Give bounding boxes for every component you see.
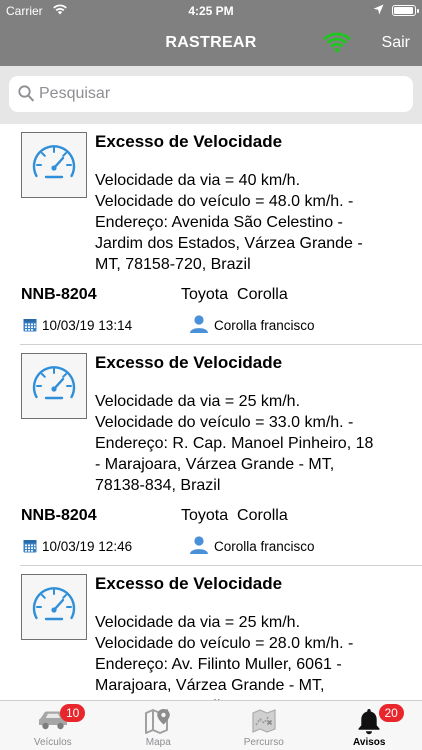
speedometer-icon (21, 353, 87, 419)
alert-title: Excesso de Velocidade (95, 574, 283, 593)
vehicle-model: Toyota Corolla (181, 286, 288, 303)
search-icon (18, 85, 34, 107)
vehicle-plate: NNB-8204 (21, 286, 97, 303)
alert-detail-line: Jardim dos Estados, Várzea Grande - (95, 235, 363, 252)
alert-details: Velocidade da via = 25 km/h. Velocidade d… (95, 612, 415, 700)
speedometer-icon (21, 132, 87, 198)
tab-bar: 10 Veículos Mapa Percurso 20 Avisos (0, 700, 422, 750)
alert-details: Velocidade da via = 40 km/h. Velocidade d… (95, 170, 415, 275)
calendar-icon (23, 539, 37, 558)
alert-detail-line: 78138-834, Brazil (95, 477, 221, 494)
alerts-list[interactable]: Excesso de Velocidade Velocidade da via … (0, 124, 422, 700)
tab-percurso[interactable]: Percurso (211, 701, 317, 750)
search-input[interactable] (39, 82, 399, 106)
alert-detail-line: Marajoara, Várzea Grande - MT, (95, 677, 325, 694)
alert-title: Excesso de Velocidade (95, 132, 283, 151)
alert-title: Excesso de Velocidade (95, 353, 283, 372)
alerts-badge: 20 (378, 704, 404, 722)
search-section (0, 66, 422, 124)
alert-detail-line: - Marajoara, Várzea Grande - MT, (95, 456, 335, 473)
alert-detail-line: Velocidade do veículo = 33.0 km/h. - (95, 414, 354, 431)
tab-label: Mapa (145, 737, 171, 748)
alert-detail-line: Endereço: R. Cap. Manoel Pinheiro, 18 (95, 435, 374, 452)
alert-card[interactable]: Excesso de Velocidade Velocidade da via … (0, 345, 422, 566)
clock-time: 4:25 PM (188, 4, 234, 18)
vehicle-plate: NNB-8204 (21, 507, 97, 524)
speedometer-icon (21, 574, 87, 640)
battery-level (394, 7, 413, 14)
logout-button[interactable]: Sair (382, 34, 410, 52)
tab-label: Avisos (353, 737, 386, 748)
navigation-bar: RASTREAR Sair (0, 22, 422, 66)
alert-detail-line: Velocidade do veículo = 48.0 km/h. - (95, 193, 354, 210)
calendar-icon (23, 318, 37, 337)
tab-label: Percurso (243, 737, 284, 748)
tab-label: Veículos (33, 737, 72, 748)
driver-name: Corolla francisco (214, 318, 315, 333)
tab-mapa[interactable]: Mapa (106, 701, 212, 750)
page-title: RASTREAR (165, 34, 257, 51)
alert-datetime: 10/03/19 13:14 (42, 318, 133, 333)
tab-avisos[interactable]: 20 Avisos (317, 701, 422, 750)
driver-icon (189, 536, 209, 559)
tab-veiculos[interactable]: 10 Veículos (0, 701, 106, 750)
alert-datetime: 10/03/19 12:46 (42, 539, 133, 554)
alert-detail-line: Velocidade do veículo = 28.0 km/h. - (95, 635, 354, 652)
alert-card[interactable]: Excesso de Velocidade Velocidade da via … (0, 566, 422, 700)
route-map-icon (250, 707, 278, 740)
driver-icon (189, 315, 209, 338)
search-box[interactable] (9, 76, 413, 112)
signal-icon (322, 31, 352, 55)
vehicle-model: Toyota Corolla (181, 507, 288, 524)
alert-detail-line: MT, 78158-720, Brazil (95, 256, 251, 273)
vehicles-badge: 10 (60, 704, 86, 722)
alert-detail-line: Velocidade da via = 25 km/h. (95, 393, 301, 410)
map-pin-icon (144, 707, 172, 740)
status-bar: Carrier 4:25 PM (0, 0, 422, 22)
alert-detail-line: Velocidade da via = 25 km/h. (95, 614, 301, 631)
location-arrow-icon (373, 4, 384, 18)
driver-name: Corolla francisco (214, 539, 315, 554)
alert-detail-line: Velocidade da via = 40 km/h. (95, 172, 301, 189)
alert-card[interactable]: Excesso de Velocidade Velocidade da via … (0, 124, 422, 345)
alert-detail-line: Endereço: Av. Filinto Muller, 6061 - (95, 656, 342, 673)
alert-details: Velocidade da via = 25 km/h. Velocidade d… (95, 391, 415, 496)
alert-detail-line: Endereço: Avenida São Celestino - (95, 214, 343, 231)
battery-icon (392, 5, 419, 16)
